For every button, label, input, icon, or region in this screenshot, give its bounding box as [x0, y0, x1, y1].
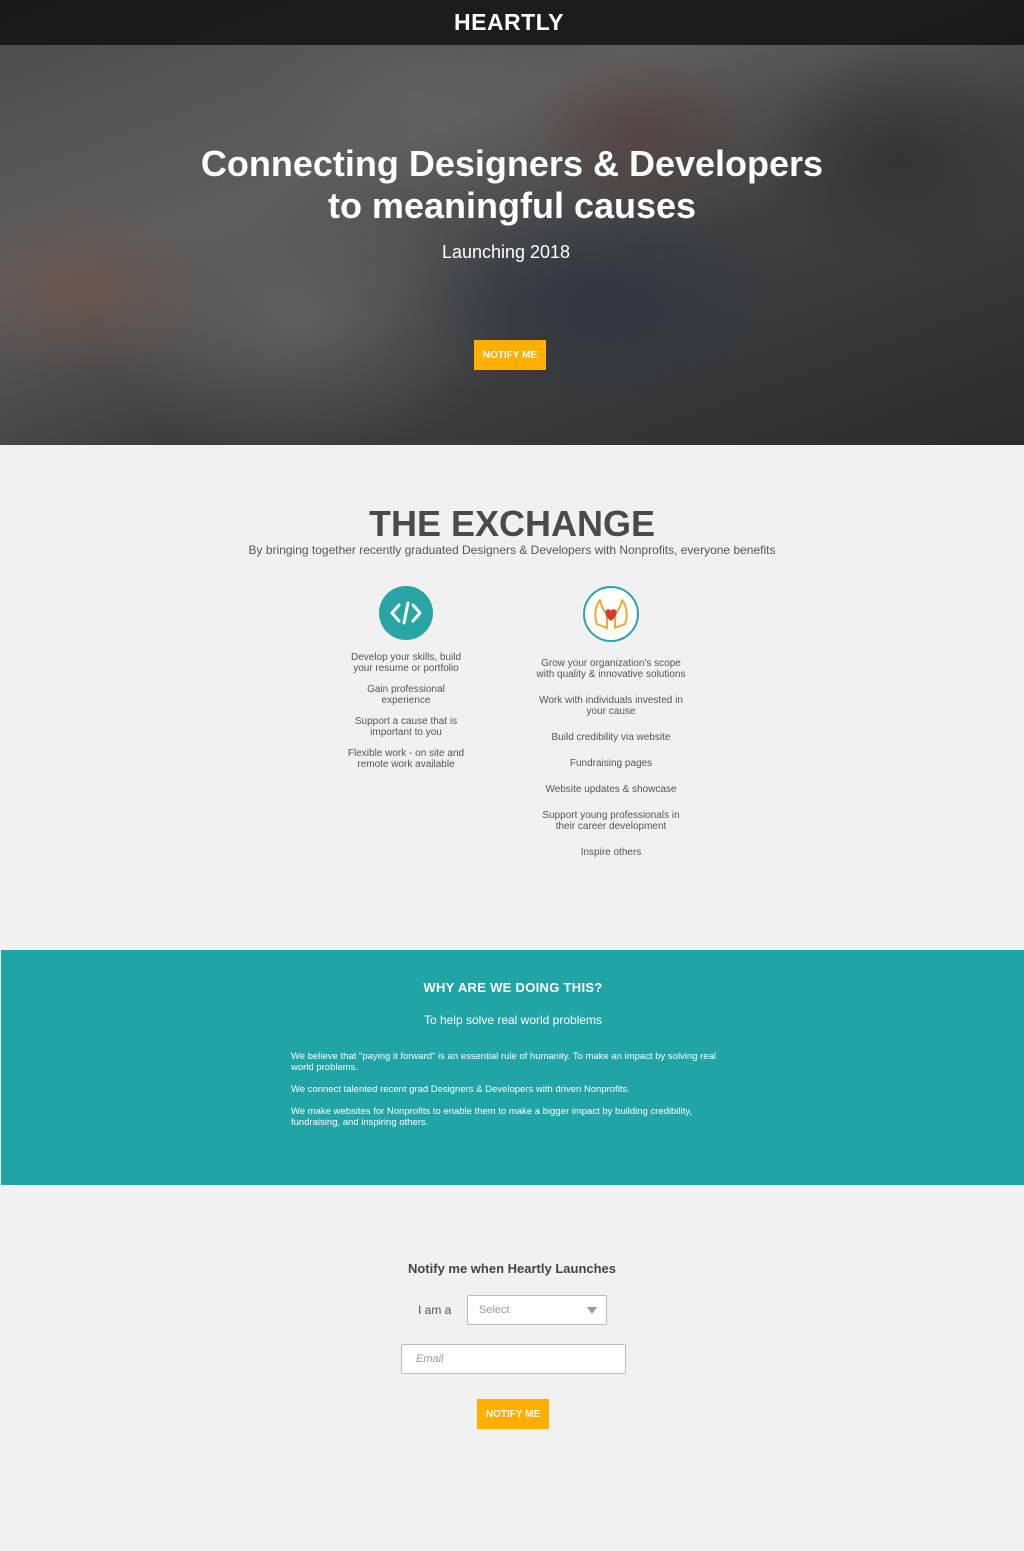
list-item: Support a cause that is important to you [354, 716, 458, 738]
list-item: Support young professionals in their car… [542, 810, 680, 832]
list-item: Flexible work - on site and remote work … [347, 748, 465, 770]
role-select[interactable]: Select [467, 1295, 607, 1325]
hero-title: Connecting Designers & Developers to mea… [0, 143, 1024, 227]
notify-title: Notify me when Heartly Launches [407, 1261, 617, 1276]
why-section: WHY ARE WE DOING THIS? To help solve rea… [1, 950, 1024, 1185]
why-body: We believe that "paying it forward" is a… [291, 1051, 731, 1139]
exchange-title: THE EXCHANGE [368, 503, 656, 544]
nonprofit-benefits: Grow your organization's scope with qual… [536, 586, 686, 873]
why-paragraph: We believe that "paying it forward" is a… [291, 1051, 716, 1073]
role-select-value: Select [479, 1304, 510, 1316]
list-item: Grow your organization's scope with qual… [536, 658, 686, 680]
nonprofit-benefits-list: Grow your organization's scope with qual… [536, 658, 686, 858]
why-title: WHY ARE WE DOING THIS? [423, 980, 603, 995]
why-paragraph: We make websites for Nonprofits to enabl… [291, 1106, 692, 1128]
brand-logo[interactable]: HEARTLY [454, 9, 564, 36]
why-paragraph: We connect talented recent grad Designer… [291, 1084, 630, 1095]
exchange-subtitle: By bringing together recently graduated … [248, 543, 776, 557]
list-item: Website updates & showcase [545, 784, 677, 795]
notify-submit-button[interactable]: NOTIFY ME [477, 1399, 549, 1429]
list-item: Fundraising pages [569, 758, 653, 769]
code-icon [379, 586, 433, 640]
top-nav-bar: HEARTLY [0, 0, 1024, 45]
email-field[interactable] [401, 1344, 626, 1374]
list-item: Build credibility via website [551, 732, 671, 743]
heart-hands-icon [583, 586, 639, 642]
hero-title-line1: Connecting Designers & Developers [200, 143, 824, 184]
list-item: Develop your skills, build your resume o… [350, 652, 462, 674]
hero-section: HEARTLY Connecting Designers & Developer… [0, 0, 1024, 445]
role-label: I am a [418, 1303, 452, 1317]
developer-benefits-list: Develop your skills, build your resume o… [346, 652, 466, 770]
why-subtitle: To help solve real world problems [423, 1013, 603, 1027]
notify-section: Notify me when Heartly Launches I am a S… [0, 1185, 1024, 1551]
developer-benefits: Develop your skills, build your resume o… [346, 586, 466, 780]
exchange-section: THE EXCHANGE By bringing together recent… [0, 445, 1024, 950]
hero-title-line2: to meaningful causes [327, 185, 697, 226]
hero-subtitle: Launching 2018 [441, 242, 571, 262]
chevron-down-icon [587, 1307, 597, 1314]
list-item: Inspire others [580, 847, 642, 858]
hero-notify-button[interactable]: NOTIFY ME [474, 340, 546, 370]
list-item: Gain professional experience [367, 684, 445, 706]
list-item: Work with individuals invested in your c… [539, 695, 683, 717]
